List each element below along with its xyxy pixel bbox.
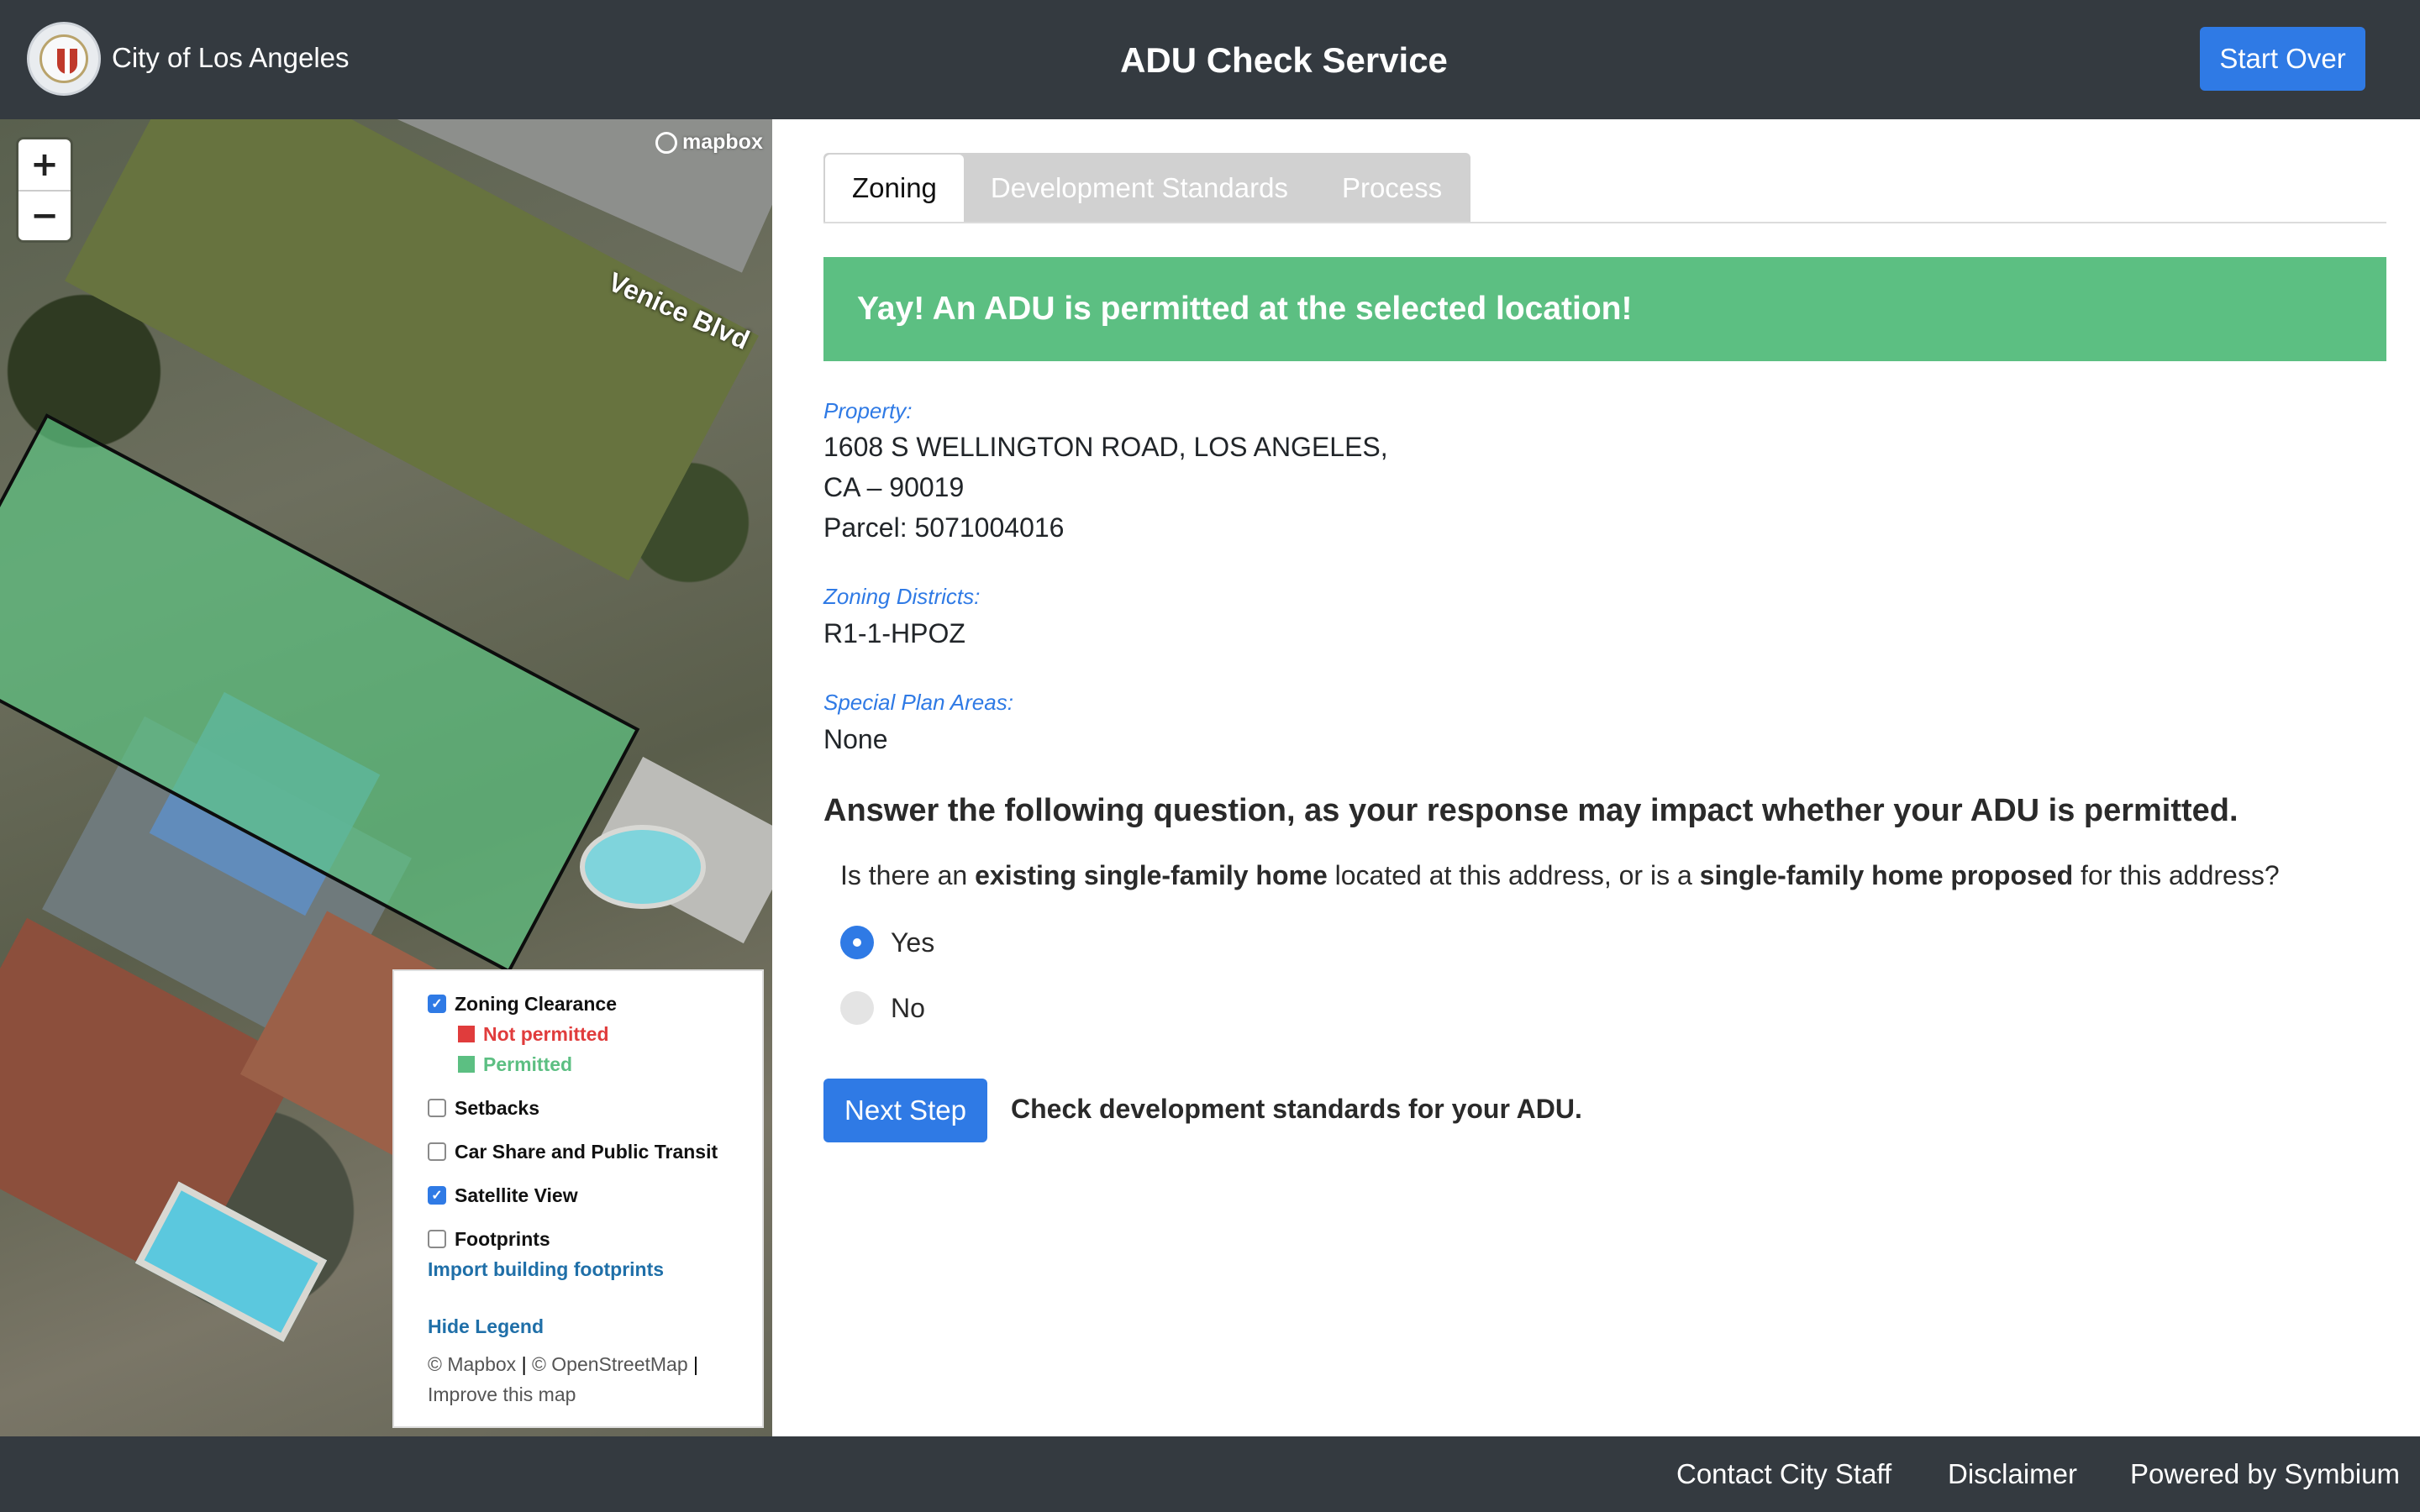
disclaimer-link[interactable]: Disclaimer: [1948, 1458, 2077, 1490]
powered-by-link[interactable]: Powered by Symbium: [2130, 1458, 2400, 1490]
tab-process[interactable]: Process: [1315, 155, 1469, 222]
zoom-out-button[interactable]: −: [18, 190, 71, 240]
tab-divider: [823, 222, 2386, 223]
green-swatch-icon: [458, 1056, 475, 1073]
special-plan-label: Special Plan Areas:: [823, 690, 1013, 715]
top-header: City of Los Angeles ADU Check Service St…: [0, 0, 2420, 119]
checkbox-unchecked-icon[interactable]: [428, 1142, 446, 1161]
osm-attribution-link[interactable]: © OpenStreetMap: [532, 1353, 688, 1375]
mapbox-logo[interactable]: mapbox: [655, 130, 763, 155]
property-address-line1: 1608 S WELLINGTON ROAD, LOS ANGELES,: [823, 432, 1388, 462]
property-address-line2: CA – 90019: [823, 472, 965, 502]
next-step-description: Check development standards for your ADU…: [1011, 1094, 1582, 1124]
import-footprints-link[interactable]: Import building footprints: [428, 1258, 664, 1281]
start-over-button[interactable]: Start Over: [2200, 27, 2365, 91]
red-swatch-icon: [458, 1026, 475, 1042]
legend-car-share[interactable]: Car Share and Public Transit: [428, 1137, 718, 1166]
question-heading: Answer the following question, as your r…: [823, 793, 2238, 828]
step-tabs: Zoning Development Standards Process: [823, 153, 1471, 223]
radio-unselected-icon[interactable]: [840, 991, 874, 1025]
zoom-control: + −: [18, 139, 71, 240]
zoning-districts-value: R1-1-HPOZ: [823, 618, 965, 648]
checkbox-unchecked-icon[interactable]: [428, 1230, 446, 1248]
contact-city-staff-link[interactable]: Contact City Staff: [1676, 1458, 1891, 1490]
mapbox-attribution-link[interactable]: © Mapbox: [428, 1353, 516, 1375]
tab-zoning[interactable]: Zoning: [825, 155, 964, 222]
permitted-alert: Yay! An ADU is permitted at the selected…: [823, 257, 2386, 361]
property-parcel: Parcel: 5071004016: [823, 512, 1065, 543]
legend-satellite-view[interactable]: ✓ Satellite View: [428, 1181, 578, 1210]
checkbox-checked-icon[interactable]: ✓: [428, 1186, 446, 1205]
checkbox-unchecked-icon[interactable]: [428, 1099, 446, 1117]
legend-footprints[interactable]: Footprints: [428, 1225, 550, 1253]
footer: Contact City Staff Disclaimer Powered by…: [0, 1436, 2420, 1512]
hide-legend-link[interactable]: Hide Legend: [428, 1315, 544, 1338]
legend-not-permitted: Not permitted: [458, 1020, 609, 1048]
legend-permitted: Permitted: [458, 1050, 572, 1079]
next-step-button[interactable]: Next Step: [823, 1079, 987, 1142]
question-text: Is there an existing single-family home …: [840, 860, 2280, 890]
radio-option-yes[interactable]: Yes: [840, 926, 934, 959]
mapbox-icon: [655, 131, 677, 154]
tab-development-standards[interactable]: Development Standards: [964, 155, 1315, 222]
legend-setbacks[interactable]: Setbacks: [428, 1094, 539, 1122]
map-attribution: © Mapbox | © OpenStreetMap | Improve thi…: [428, 1353, 699, 1405]
improve-map-link[interactable]: Improve this map: [428, 1383, 576, 1405]
special-plan-value: None: [823, 724, 888, 754]
checkbox-checked-icon[interactable]: ✓: [428, 995, 446, 1013]
property-label: Property:: [823, 398, 913, 423]
zoning-districts-label: Zoning Districts:: [823, 584, 981, 609]
zoom-in-button[interactable]: +: [18, 139, 71, 190]
app-title: ADU Check Service: [1120, 40, 1448, 80]
legend-zoning-clearance[interactable]: ✓ Zoning Clearance: [428, 990, 617, 1018]
radio-option-no[interactable]: No: [840, 991, 925, 1025]
radio-selected-icon[interactable]: [840, 926, 874, 959]
map-legend: ✓ Zoning Clearance Not permitted Permitt…: [392, 969, 764, 1428]
